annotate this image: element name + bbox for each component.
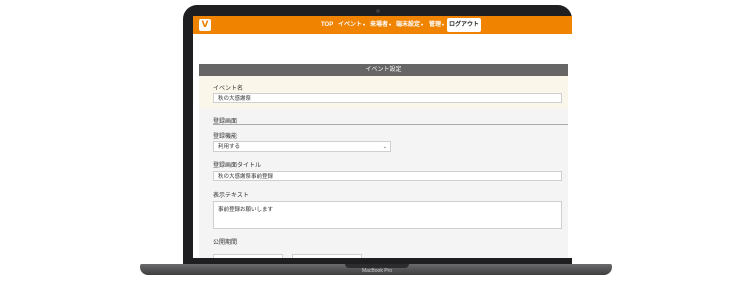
chevron-down-icon: ▾ bbox=[389, 22, 392, 27]
nav-item-label: イベント bbox=[338, 22, 363, 28]
publish-end-input[interactable] bbox=[292, 254, 362, 258]
reg-feature-label: 登録機能 bbox=[213, 134, 238, 140]
select-value: 利用する bbox=[218, 144, 241, 150]
reg-screen-title-label: 登録画面タイトル bbox=[213, 163, 262, 169]
nav-item-label: 管理 bbox=[429, 22, 442, 28]
nav-item-device-settings[interactable]: 端末設定▾ bbox=[396, 20, 423, 30]
display-text-label: 表示テキスト bbox=[213, 193, 249, 199]
display-text-textarea[interactable]: 事前登録お願いします bbox=[213, 201, 562, 229]
panel-title: イベント設定 bbox=[199, 64, 568, 76]
nav-item-label: 端末設定 bbox=[396, 22, 421, 28]
event-name-label: イベント名 bbox=[213, 86, 244, 92]
nav-item-label: 来場者 bbox=[370, 22, 389, 28]
logout-button[interactable]: ログアウト bbox=[447, 18, 481, 32]
reg-screen-title-input[interactable]: 秋の大感謝祭事前登録 bbox=[213, 171, 562, 181]
publish-start-input[interactable] bbox=[213, 254, 283, 258]
nav-item-label: TOP bbox=[321, 22, 334, 28]
reg-feature-select[interactable]: 利用する ⌄ bbox=[213, 141, 391, 152]
nav-item-top[interactable]: TOP bbox=[321, 20, 333, 30]
chevron-down-icon: ▾ bbox=[442, 22, 445, 27]
app-logo[interactable]: V bbox=[199, 19, 211, 31]
event-name-input[interactable]: 秋の大感謝祭 bbox=[213, 93, 562, 103]
nav-item-event[interactable]: イベント▾ bbox=[338, 20, 365, 30]
top-navbar: V TOP イベント▾ 来場者▾ 端末設定▾ 管理▾ ログアウト bbox=[193, 16, 572, 34]
event-settings-panel: イベント設定 イベント名 秋の大感謝祭 登録画面 登録機能 利用する ⌄ 登録画… bbox=[199, 64, 568, 258]
publish-period-label: 公開期間 bbox=[213, 240, 238, 246]
chevron-down-icon: ▾ bbox=[363, 22, 366, 27]
nav-item-admin[interactable]: 管理▾ bbox=[429, 20, 444, 30]
camera-icon bbox=[376, 9, 380, 13]
section-divider bbox=[213, 124, 568, 125]
screen: V TOP イベント▾ 来場者▾ 端末設定▾ 管理▾ ログアウト イベント設定 … bbox=[193, 16, 572, 258]
chevron-down-icon: ⌄ bbox=[382, 144, 387, 150]
brand-label: MacBook Pro bbox=[361, 268, 392, 274]
nav-item-visitors[interactable]: 来場者▾ bbox=[370, 20, 391, 30]
chevron-down-icon: ▾ bbox=[421, 22, 424, 27]
event-name-section bbox=[199, 76, 568, 108]
